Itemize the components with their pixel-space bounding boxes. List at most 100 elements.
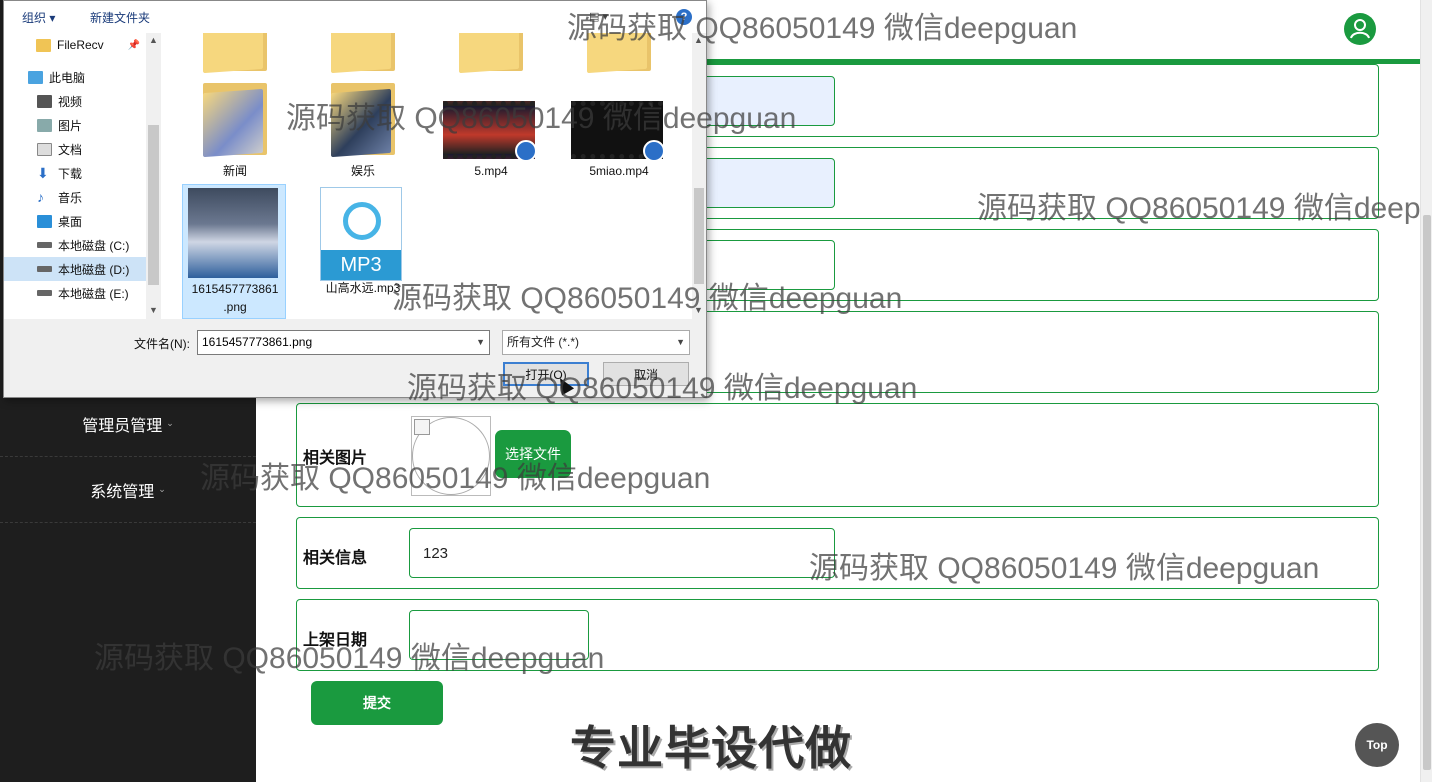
chevron-down-icon: ⌄ <box>158 484 166 494</box>
nav-item-drive-e[interactable]: 本地磁盘 (E:) <box>4 281 146 305</box>
file-name: 5miao.mp4 <box>589 164 649 178</box>
info-input[interactable]: 123 <box>409 528 835 578</box>
file-item-folder[interactable]: 商城 <box>439 33 543 74</box>
date-label: 上架日期 <box>303 632 368 649</box>
file-item-audio[interactable]: MP3 山高水远.mp3 <box>311 184 415 319</box>
media-player-icon <box>515 140 537 162</box>
file-item-folder[interactable]: 头像 <box>567 33 671 74</box>
image-label: 相关图片 <box>303 450 368 467</box>
sidebar-item-label: 系统管理 <box>90 483 155 501</box>
choose-file-button[interactable]: 选择文件 <box>495 430 571 478</box>
info-label: 相关信息 <box>303 550 368 567</box>
back-to-top-button[interactable]: Top <box>1355 723 1399 767</box>
sidebar-item-label: 管理员管理 <box>82 417 163 435</box>
nav-item-pictures[interactable]: 图片 <box>4 113 146 137</box>
pin-icon: 📌 <box>127 39 140 51</box>
file-list: 旅游 美食 商城 头像 新闻 娱乐 5.mp4 <box>161 33 692 319</box>
new-folder-button[interactable]: 新建文件夹 <box>90 9 150 26</box>
drive-icon <box>37 266 52 272</box>
chevron-down-icon[interactable]: ▼ <box>476 331 485 354</box>
nav-item-label: 本地磁盘 (C:) <box>58 238 130 253</box>
file-item-video[interactable]: 5.mp4 <box>439 73 543 183</box>
file-name: 1615457773861 <box>191 282 279 296</box>
scrollbar-thumb[interactable] <box>694 188 704 284</box>
image-thumbnail <box>188 188 278 278</box>
file-name: 娱乐 <box>350 164 375 178</box>
dialog-toolbar: 组织 ▾ 新建文件夹 ▤ ▾ ? <box>4 1 706 33</box>
nav-item-music[interactable]: ♪ 音乐 <box>4 185 146 209</box>
nav-item-label: FileRecv <box>57 38 104 52</box>
chevron-down-icon: ⌄ <box>166 418 174 428</box>
date-input[interactable] <box>409 610 589 660</box>
nav-item-label: 音乐 <box>58 190 83 205</box>
filename-input[interactable]: 1615457773861.png ▼ <box>197 330 490 355</box>
nav-item-videos[interactable]: 视频 <box>4 89 146 113</box>
mp3-file-icon: MP3 <box>320 187 402 281</box>
filename-label: 文件名(N): <box>134 337 190 351</box>
file-item-folder[interactable]: 新闻 <box>183 73 287 183</box>
file-name: 新闻 <box>222 164 247 178</box>
documents-icon <box>37 142 52 156</box>
nav-item-desktop[interactable]: 桌面 <box>4 209 146 233</box>
submit-button[interactable]: 提交 <box>311 681 443 725</box>
scroll-down-icon[interactable]: ▼ <box>694 305 703 315</box>
file-item-image-selected[interactable]: 1615457773861 .png <box>182 184 286 319</box>
file-name: 山高水远.mp3 <box>325 281 401 295</box>
broken-image-icon <box>414 419 430 435</box>
file-open-dialog: 组织 ▾ 新建文件夹 ▤ ▾ ? FileRecv 📌 此电脑 视频 图片 文档… <box>3 0 707 398</box>
nav-item-label: 图片 <box>58 118 83 133</box>
file-item-video[interactable]: 5miao.mp4 <box>567 73 671 183</box>
dialog-nav-pane: FileRecv 📌 此电脑 视频 图片 文档 ⬇ 下载 ♪ 音乐 桌面 本地磁… <box>4 33 161 319</box>
filetype-select[interactable]: 所有文件 (*.*) ▼ <box>502 330 690 355</box>
scroll-down-icon[interactable]: ▼ <box>149 305 158 315</box>
file-list-scrollbar[interactable]: ▲ ▼ <box>692 33 706 319</box>
user-avatar-icon[interactable] <box>1344 13 1376 45</box>
help-icon[interactable]: ? <box>676 9 692 25</box>
folder-icon <box>203 77 267 158</box>
drive-icon <box>37 290 52 296</box>
nav-item-filerecv[interactable]: FileRecv 📌 <box>4 33 146 57</box>
scrollbar-thumb[interactable] <box>148 125 159 285</box>
scrollbar-thumb[interactable] <box>1423 215 1431 770</box>
cancel-button[interactable]: 取消 <box>603 362 689 386</box>
file-name: 5.mp4 <box>474 164 508 178</box>
nav-item-label: 视频 <box>58 94 83 109</box>
nav-item-label: 下载 <box>58 166 83 181</box>
drive-icon <box>37 242 52 248</box>
nav-item-label: 本地磁盘 (D:) <box>58 262 130 277</box>
file-item-folder[interactable]: 娱乐 <box>311 73 415 183</box>
nav-item-drive-d[interactable]: 本地磁盘 (D:) <box>4 257 146 281</box>
nav-item-documents[interactable]: 文档 <box>4 137 146 161</box>
form-row-info: 相关信息 123 <box>296 517 1379 589</box>
sidebar-item-admin[interactable]: 管理员管理 ⌄ <box>0 391 256 457</box>
nav-item-label: 桌面 <box>58 214 83 229</box>
pictures-icon <box>37 118 52 132</box>
filename-value: 1615457773861.png <box>202 335 313 349</box>
download-icon: ⬇ <box>37 164 49 181</box>
file-item-folder[interactable]: 美食 <box>311 33 415 74</box>
organize-menu[interactable]: 组织 ▾ <box>22 9 55 26</box>
desktop-icon <box>37 214 52 228</box>
disc-icon <box>343 202 381 240</box>
music-icon: ♪ <box>37 188 44 205</box>
scroll-up-icon[interactable]: ▲ <box>149 35 158 45</box>
video-library-icon <box>37 94 52 108</box>
nav-item-this-pc[interactable]: 此电脑 <box>4 65 146 89</box>
view-options-icon[interactable]: ▤ ▾ <box>589 10 619 24</box>
promo-banner: 专业毕设代做 <box>570 722 852 774</box>
mp3-badge: MP3 <box>321 250 401 280</box>
open-button[interactable]: 打开(O) <box>503 362 589 386</box>
nav-item-drive-c[interactable]: 本地磁盘 (C:) <box>4 233 146 257</box>
chevron-down-icon: ▼ <box>676 337 685 347</box>
file-item-folder[interactable]: 旅游 <box>183 33 287 74</box>
folder-icon <box>331 77 395 158</box>
nav-scrollbar[interactable]: ▲ ▼ <box>146 33 161 319</box>
scroll-up-icon[interactable]: ▲ <box>694 35 703 45</box>
folder-icon <box>36 38 51 52</box>
page-scrollbar[interactable] <box>1420 0 1432 782</box>
image-preview <box>411 416 491 496</box>
nav-item-label: 本地磁盘 (E:) <box>58 286 129 301</box>
sidebar-item-system[interactable]: 系统管理 ⌄ <box>0 457 256 523</box>
nav-item-downloads[interactable]: ⬇ 下载 <box>4 161 146 185</box>
form-row-date: 上架日期 <box>296 599 1379 671</box>
